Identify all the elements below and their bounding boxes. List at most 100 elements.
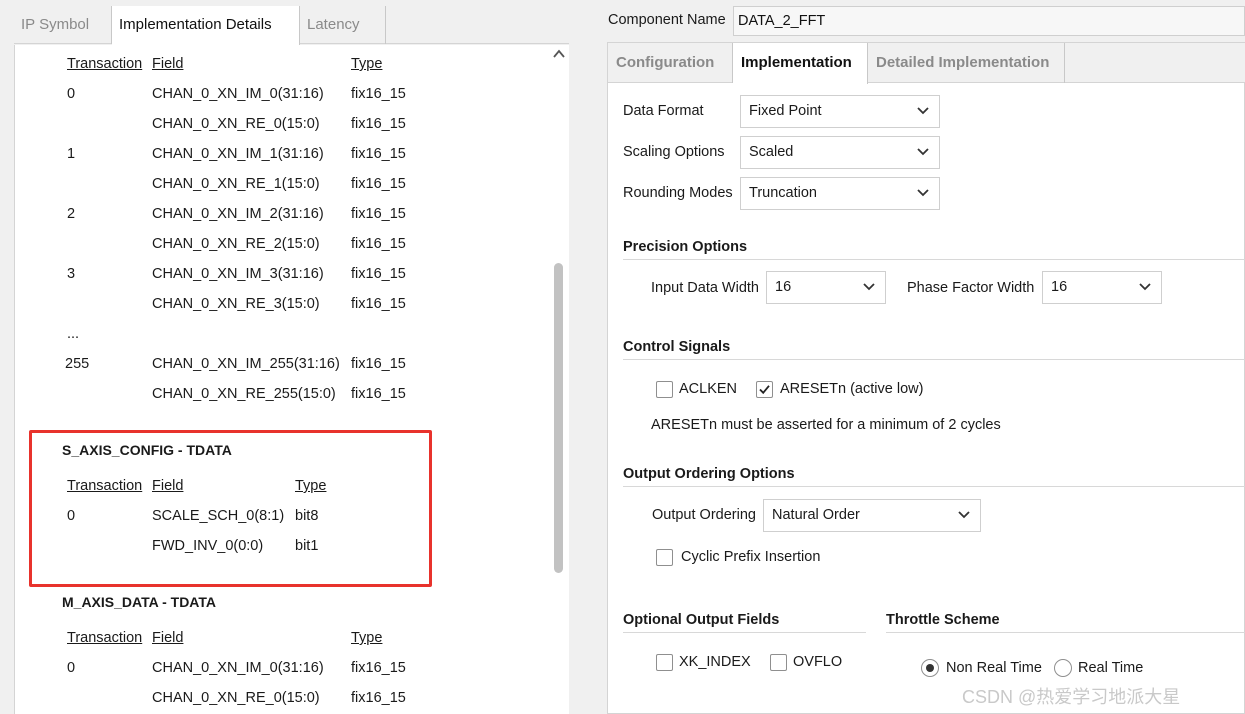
table-cell: 0 — [67, 660, 76, 676]
data-section-title: M_AXIS_DATA - TDATA — [62, 594, 216, 610]
table-cell: fix16_15 — [351, 690, 406, 706]
chevron-down-icon — [917, 148, 929, 156]
tab-detailed-implementation[interactable]: Detailed Implementation — [868, 43, 1065, 83]
table-cell: fix16_15 — [351, 206, 406, 222]
implementation-details-content: Transaction Field Type 0 CHAN_0_XN_IM_0(… — [14, 45, 569, 714]
scaling-options-select[interactable]: Scaled — [740, 136, 940, 169]
tab-ip-symbol[interactable]: IP Symbol — [14, 6, 112, 44]
tab-latency[interactable]: Latency — [300, 6, 386, 44]
table-header-type: Type — [351, 56, 383, 72]
aresetn-label: ARESETn (active low) — [780, 381, 924, 397]
section-divider — [623, 359, 1245, 360]
input-data-width-label: Input Data Width — [651, 280, 759, 296]
precision-options-title: Precision Options — [623, 239, 748, 255]
table-cell: SCALE_SCH_0(8:1) — [152, 508, 285, 524]
table-cell: fix16_15 — [351, 266, 406, 282]
table-cell: bit1 — [295, 538, 319, 554]
real-time-label: Real Time — [1078, 660, 1144, 676]
table-cell: CHAN_0_XN_IM_0(31:16) — [152, 86, 324, 102]
table-cell: CHAN_0_XN_RE_2(15:0) — [152, 236, 320, 252]
table-cell: fix16_15 — [351, 660, 406, 676]
cyclic-prefix-checkbox[interactable] — [656, 549, 673, 566]
table-cell: 2 — [67, 206, 76, 222]
input-data-width-value: 16 — [775, 279, 792, 295]
component-name-input[interactable] — [733, 6, 1245, 36]
tab-implementation-details[interactable]: Implementation Details — [112, 6, 300, 45]
section-divider — [623, 486, 1245, 487]
table-cell: 1 — [67, 146, 76, 162]
table-cell: FWD_INV_0(0:0) — [152, 538, 264, 554]
rounding-modes-select[interactable]: Truncation — [740, 177, 940, 210]
table-cell: CHAN_0_XN_IM_255(31:16) — [152, 356, 340, 372]
table-header-transaction: Transaction — [67, 478, 143, 494]
ovflo-checkbox[interactable] — [770, 654, 787, 671]
table-cell: CHAN_0_XN_IM_3(31:16) — [152, 266, 324, 282]
xk-index-checkbox[interactable] — [656, 654, 673, 671]
data-format-value: Fixed Point — [749, 103, 822, 119]
right-tab-bar: Configuration Implementation Detailed Im… — [608, 43, 1245, 84]
aclken-checkbox[interactable] — [656, 381, 673, 398]
output-ordering-select[interactable]: Natural Order — [763, 499, 981, 532]
table-cell: CHAN_0_XN_RE_3(15:0) — [152, 296, 320, 312]
table-cell: fix16_15 — [351, 386, 406, 402]
phase-factor-width-select[interactable]: 16 — [1042, 271, 1162, 304]
xk-index-label: XK_INDEX — [679, 654, 751, 670]
scaling-options-label: Scaling Options — [623, 144, 725, 160]
data-format-select[interactable]: Fixed Point — [740, 95, 940, 128]
table-cell: 0 — [67, 508, 76, 524]
table-cell: CHAN_0_XN_IM_0(31:16) — [152, 660, 324, 676]
check-icon — [759, 385, 770, 395]
chevron-down-icon — [958, 511, 970, 519]
table-header-transaction: Transaction — [67, 630, 143, 646]
csdn-watermark: CSDN @热爱学习地派大星 — [962, 687, 1181, 707]
left-tab-bar: IP Symbol Implementation Details Latency — [14, 6, 569, 45]
table-cell: 0 — [67, 86, 76, 102]
table-cell: fix16_15 — [351, 236, 406, 252]
tab-implementation[interactable]: Implementation — [733, 43, 868, 84]
rounding-modes-value: Truncation — [749, 185, 817, 201]
section-divider — [623, 632, 866, 633]
table-header-field: Field — [152, 478, 184, 494]
scaling-options-value: Scaled — [749, 144, 794, 160]
table-cell: CHAN_0_XN_IM_1(31:16) — [152, 146, 324, 162]
table-header-transaction: Transaction — [67, 56, 143, 72]
table-cell: bit8 — [295, 508, 319, 524]
table-cell: CHAN_0_XN_IM_2(31:16) — [152, 206, 324, 222]
vertical-scrollbar[interactable] — [549, 45, 569, 714]
component-name-label: Component Name — [608, 12, 726, 28]
table-cell: fix16_15 — [351, 86, 406, 102]
table-cell: fix16_15 — [351, 176, 406, 192]
table-cell: fix16_15 — [351, 356, 406, 372]
chevron-down-icon — [863, 283, 875, 291]
input-data-width-select[interactable]: 16 — [766, 271, 886, 304]
throttle-scheme-title: Throttle Scheme — [886, 612, 1000, 628]
tab-configuration[interactable]: Configuration — [608, 43, 733, 83]
table-header-field: Field — [152, 630, 184, 646]
control-signals-title: Control Signals — [623, 339, 731, 355]
scrollbar-thumb[interactable] — [554, 263, 563, 573]
ovflo-label: OVFLO — [793, 654, 843, 670]
table-cell: fix16_15 — [351, 296, 406, 312]
chevron-down-icon — [917, 189, 929, 197]
real-time-radio[interactable] — [1054, 659, 1072, 677]
section-divider — [886, 632, 1245, 633]
output-ordering-value: Natural Order — [772, 507, 860, 523]
config-section-title: S_AXIS_CONFIG - TDATA — [62, 442, 232, 458]
phase-factor-width-value: 16 — [1051, 279, 1068, 295]
table-cell: fix16_15 — [351, 146, 406, 162]
implementation-panel: Configuration Implementation Detailed Im… — [607, 42, 1245, 714]
data-format-label: Data Format — [623, 103, 704, 119]
optional-output-fields-title: Optional Output Fields — [623, 612, 780, 628]
left-panel: IP Symbol Implementation Details Latency… — [0, 0, 569, 714]
cyclic-prefix-label: Cyclic Prefix Insertion — [681, 549, 821, 565]
table-cell: fix16_15 — [351, 116, 406, 132]
non-real-time-radio[interactable] — [921, 659, 939, 677]
aresetn-checkbox[interactable] — [756, 381, 773, 398]
chevron-up-icon[interactable] — [552, 47, 566, 61]
aresetn-note: ARESETn must be asserted for a minimum o… — [651, 417, 1001, 433]
chevron-down-icon — [1139, 283, 1151, 291]
rounding-modes-label: Rounding Modes — [623, 185, 733, 201]
phase-factor-width-label: Phase Factor Width — [907, 280, 1035, 296]
table-cell: 255 — [65, 356, 90, 372]
table-cell: CHAN_0_XN_RE_0(15:0) — [152, 690, 320, 706]
